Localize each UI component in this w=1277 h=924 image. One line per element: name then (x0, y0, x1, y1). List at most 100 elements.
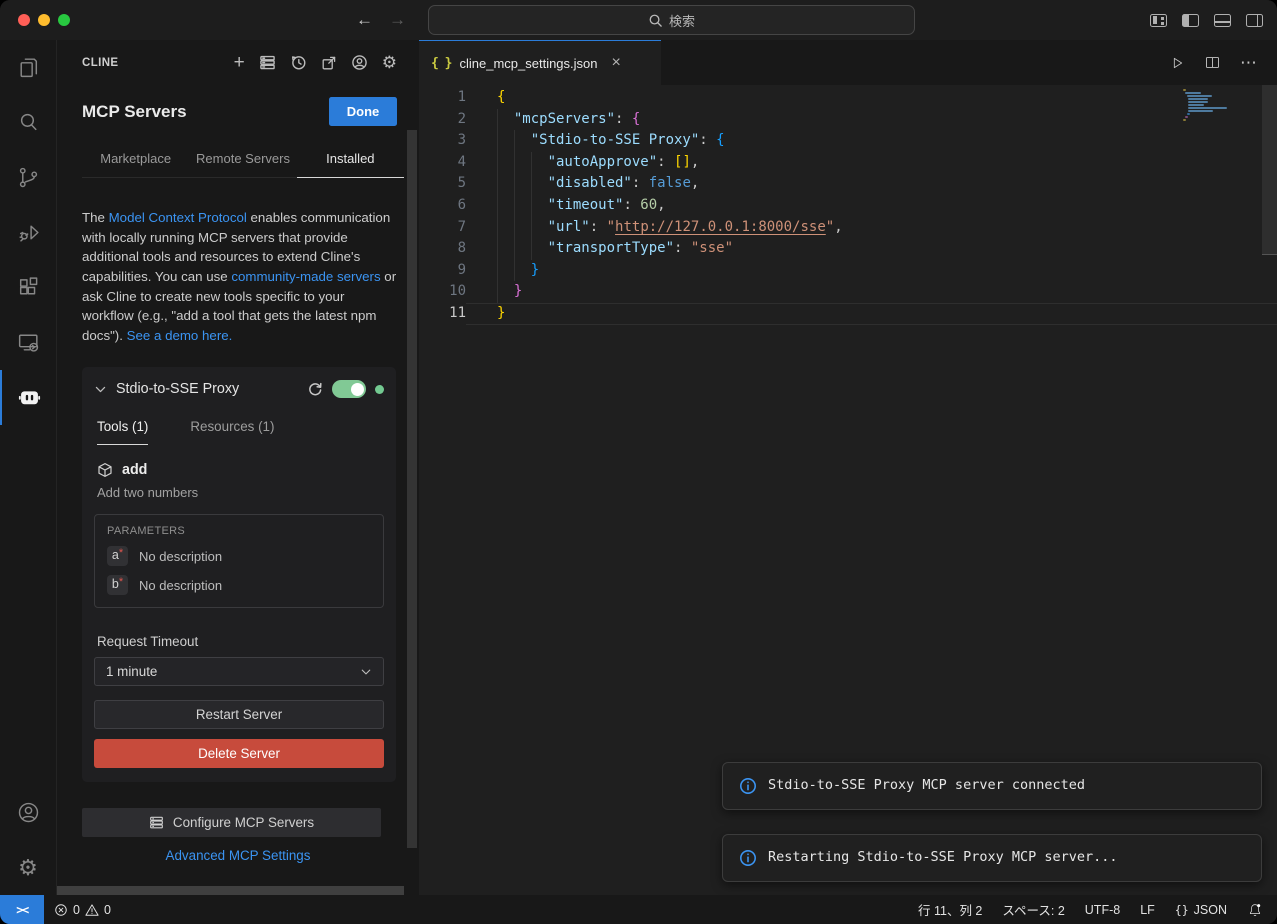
customize-layout-icon[interactable] (1150, 14, 1167, 27)
activity-remote-explorer[interactable] (0, 315, 56, 370)
editor-scrollbar[interactable] (1262, 85, 1277, 255)
restart-server-icon[interactable] (307, 381, 323, 397)
eol-sequence[interactable]: LF (1140, 903, 1155, 917)
mcp-view-header: MCP Servers Done (57, 85, 419, 126)
code-token: "sse" (691, 240, 733, 256)
delete-server-button[interactable]: Delete Server (94, 739, 384, 768)
back-arrow-icon[interactable]: ← (356, 10, 373, 30)
tab-remote-servers[interactable]: Remote Servers (189, 142, 296, 177)
warning-count: 0 (104, 903, 111, 917)
notifications-bell[interactable] (1247, 902, 1263, 918)
minimap-line (1187, 95, 1212, 97)
encoding[interactable]: UTF-8 (1085, 903, 1120, 917)
settings-gear-icon[interactable]: ⚙ (382, 54, 397, 71)
done-button[interactable]: Done (329, 97, 397, 126)
sidebar-header: CLINE + ⚙ (57, 40, 419, 85)
mcp-tabs: Marketplace Remote Servers Installed (82, 142, 404, 178)
code-token: http://127.0.0.1:8000/sse (615, 219, 826, 235)
sidebar-vertical-scrollbar[interactable] (407, 130, 417, 848)
problems-indicator[interactable]: 0 0 (54, 903, 111, 917)
minimap-line (1183, 89, 1186, 91)
indent-guide (531, 152, 532, 174)
more-actions-icon[interactable]: ⋯ (1240, 53, 1258, 73)
line-content: "Stdio-to-SSE Proxy": { (466, 130, 1277, 152)
toggle-panel-icon[interactable] (1214, 14, 1231, 27)
remote-indicator[interactable]: >< (0, 895, 44, 924)
minimap-line (1185, 92, 1202, 94)
cursor-position[interactable]: 行 11、列 2 (918, 900, 982, 919)
tab-marketplace[interactable]: Marketplace (82, 142, 189, 177)
activity-search[interactable] (0, 95, 56, 150)
parameter-row: a* No description (107, 546, 371, 566)
code-editor[interactable]: 1{2 "mcpServers": {3 "Stdio-to-SSE Proxy… (419, 85, 1277, 895)
split-editor-icon[interactable] (1204, 54, 1221, 71)
activity-settings[interactable]: ⚙ (0, 840, 56, 895)
timeout-value: 1 minute (106, 664, 157, 679)
parameters-box: PARAMETERS a* No description b* No descr… (94, 514, 384, 608)
cline-robot-icon (16, 384, 43, 411)
link-model-context-protocol[interactable]: Model Context Protocol (109, 210, 247, 225)
activity-accounts[interactable] (0, 785, 56, 840)
code-token: } (531, 262, 539, 278)
code-token: , (657, 197, 665, 213)
indent-guide (497, 173, 498, 195)
tab-resources[interactable]: Resources (1) (190, 413, 274, 445)
sidebar-horizontal-scrollbar[interactable] (57, 886, 404, 895)
server-name: Stdio-to-SSE Proxy (116, 381, 298, 397)
new-task-icon[interactable]: + (234, 53, 245, 72)
notification-toast[interactable]: Restarting Stdio-to-SSE Proxy MCP server… (722, 834, 1262, 882)
server-card-header[interactable]: Stdio-to-SSE Proxy (94, 380, 384, 398)
language-mode[interactable]: {}JSON (1175, 903, 1227, 917)
minimap-line (1185, 116, 1188, 118)
mcp-servers-icon[interactable] (259, 54, 276, 71)
cline-sidebar: CLINE + ⚙ MCP Servers Done Marketplace R… (57, 40, 419, 895)
indentation[interactable]: スペース: 2 (1002, 900, 1064, 919)
link-see-a-demo[interactable]: See a demo here. (127, 328, 233, 343)
editor-tab-cline-mcp-settings[interactable]: { } cline_mcp_settings.json × (419, 40, 661, 85)
link-community-made-servers[interactable]: community-made servers (231, 269, 380, 284)
indent-guide (531, 195, 532, 217)
tab-tools[interactable]: Tools (1) (97, 413, 148, 445)
toggle-secondary-sidebar-icon[interactable] (1246, 14, 1263, 27)
tool-description: Add two numbers (97, 485, 381, 500)
code-line: 6 "timeout": 60, (419, 195, 1277, 217)
tool-item[interactable]: add (94, 462, 384, 478)
line-number: 5 (419, 173, 466, 195)
activity-cline[interactable] (0, 370, 56, 425)
activity-extensions[interactable] (0, 260, 56, 315)
open-in-new-window-icon[interactable] (321, 55, 337, 71)
line-number: 3 (419, 130, 466, 152)
history-icon[interactable] (290, 54, 307, 71)
request-timeout-select[interactable]: 1 minute (94, 657, 384, 686)
configure-mcp-servers-button[interactable]: Configure MCP Servers (82, 808, 381, 837)
traffic-lights (18, 14, 70, 26)
activity-run-debug[interactable] (0, 205, 56, 260)
forward-arrow-icon[interactable]: → (389, 10, 406, 30)
restart-server-button[interactable]: Restart Server (94, 700, 384, 729)
info-icon (739, 849, 757, 867)
indent-guide (514, 195, 515, 217)
code-token (497, 283, 514, 299)
account-icon[interactable] (351, 54, 368, 71)
command-center-search[interactable]: 検索 (428, 5, 915, 35)
zoom-window-button[interactable] (58, 14, 70, 26)
minimap[interactable] (1183, 89, 1227, 122)
chevron-down-icon (360, 666, 372, 678)
tab-installed[interactable]: Installed (297, 142, 404, 178)
minimize-window-button[interactable] (38, 14, 50, 26)
activity-explorer[interactable] (0, 40, 56, 95)
close-window-button[interactable] (18, 14, 30, 26)
line-number: 1 (419, 87, 466, 109)
activity-source-control[interactable] (0, 150, 56, 205)
advanced-mcp-settings-link[interactable]: Advanced MCP Settings (57, 848, 419, 863)
toggle-primary-sidebar-icon[interactable] (1182, 14, 1199, 27)
code-line: 8 "transportType": "sse" (419, 238, 1277, 260)
minimap-line (1188, 107, 1227, 109)
notification-toast[interactable]: Stdio-to-SSE Proxy MCP server connected (722, 762, 1262, 810)
close-tab-icon[interactable]: × (612, 55, 621, 71)
indent-guide (514, 217, 515, 239)
code-token: , (691, 154, 699, 170)
server-enabled-toggle[interactable] (332, 380, 366, 398)
code-line: 11} (419, 303, 1277, 325)
run-file-icon[interactable] (1169, 55, 1185, 71)
